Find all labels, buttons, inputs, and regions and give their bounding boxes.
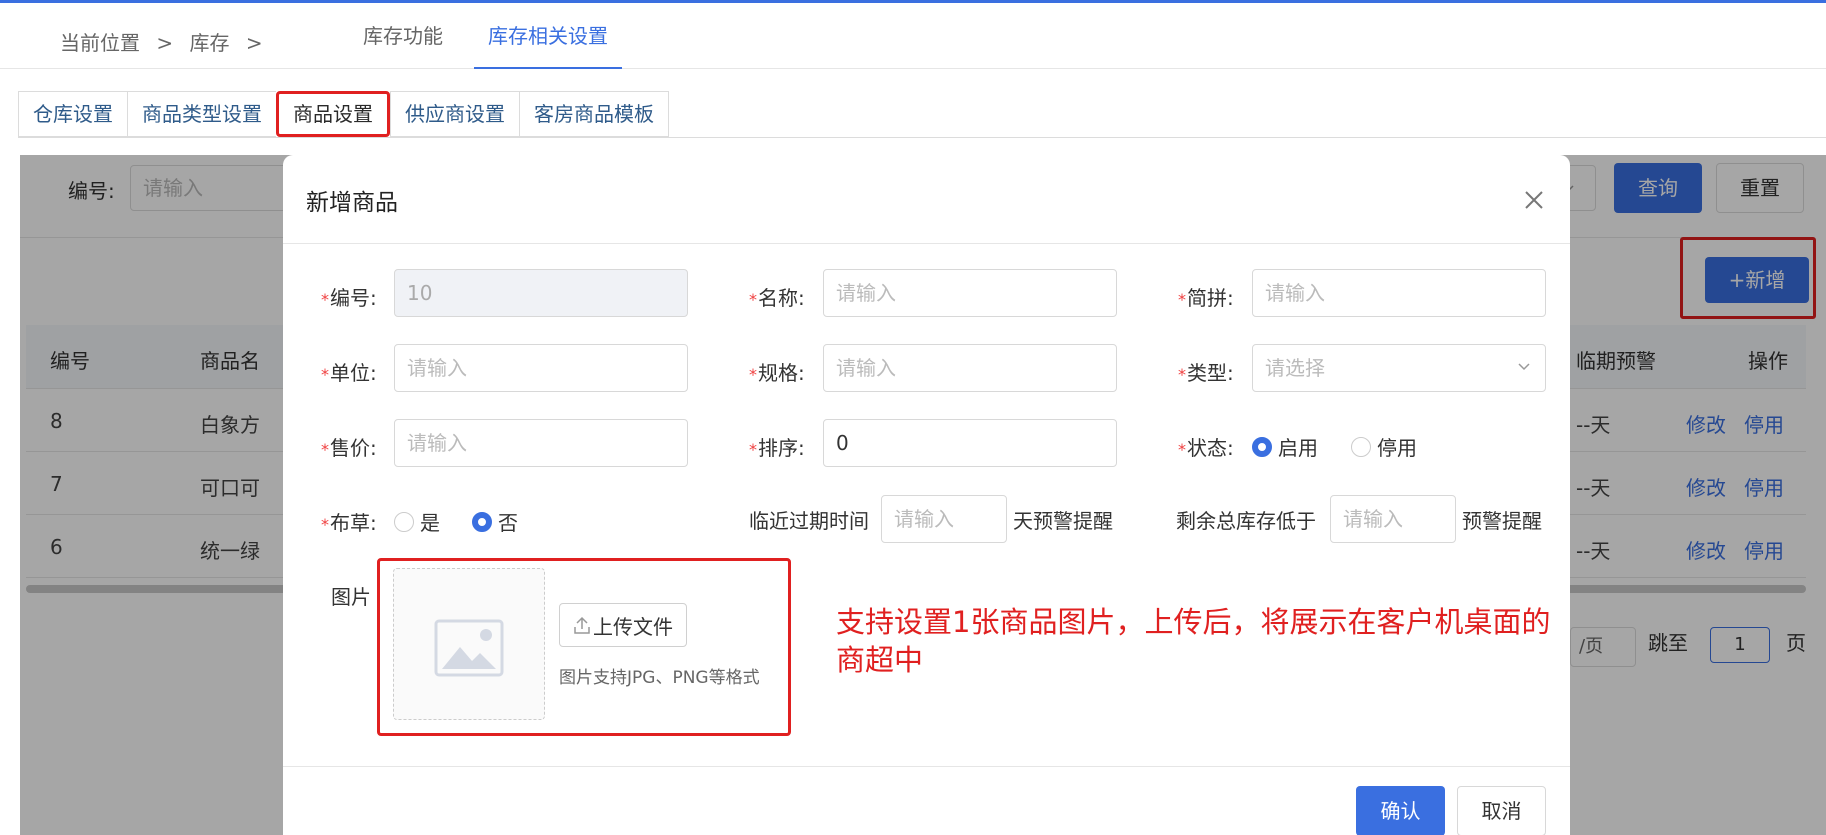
linen-label: *布草: (321, 511, 377, 535)
upload-file-label: 上传文件 (593, 614, 673, 639)
upload-icon (574, 616, 590, 634)
status-disabled-radio[interactable]: 停用 (1351, 432, 1417, 461)
code-label: *编号: (321, 286, 377, 310)
subtab-supplier[interactable]: 供应商设置 (390, 91, 519, 137)
name-input[interactable]: 请输入 (823, 269, 1117, 317)
confirm-button[interactable]: 确认 (1356, 786, 1445, 835)
stock-threshold-suffix: 预警提醒 (1462, 509, 1542, 533)
radio-dot (1351, 436, 1371, 457)
type-select-placeholder: 请选择 (1265, 356, 1325, 380)
subtab-bar: 仓库设置 商品类型设置 商品设置 供应商设置 客房商品模板 (18, 91, 669, 137)
cancel-button[interactable]: 取消 (1457, 786, 1546, 835)
code-field[interactable]: 10 (394, 269, 688, 317)
close-icon[interactable] (1521, 187, 1547, 213)
breadcrumb-separator: > (156, 31, 174, 55)
annotation-text: 支持设置1张商品图片，上传后，将展示在客户机桌面的商超中 (836, 605, 1551, 677)
expiry-days-input[interactable]: 请输入 (881, 495, 1007, 543)
subtab-room-template[interactable]: 客房商品模板 (519, 91, 669, 137)
upload-file-button[interactable]: 上传文件 (559, 603, 687, 647)
breadcrumb: 当前位置 > 库存 > (60, 27, 273, 56)
chevron-down-icon (1518, 363, 1530, 371)
name-label: *名称: (749, 286, 805, 310)
image-upload-box[interactable] (393, 568, 545, 720)
status-label: *状态: (1178, 436, 1234, 460)
unit-label: *单位: (321, 361, 377, 385)
breadcrumb-item[interactable]: 当前位置 (60, 31, 140, 55)
price-label: *售价: (321, 436, 377, 460)
image-label: 图片 (331, 585, 371, 609)
header: 当前位置 > 库存 > 库存功能 库存相关设置 (0, 3, 1826, 69)
subtab-divider (18, 137, 1826, 138)
price-input[interactable]: 请输入 (394, 419, 688, 467)
stock-threshold-label: 剩余总库存低于 (1176, 509, 1316, 533)
stock-threshold-input[interactable]: 请输入 (1330, 495, 1456, 543)
tab-inventory-functions[interactable]: 库存功能 (348, 3, 458, 69)
status-enabled-radio[interactable]: 启用 (1252, 432, 1318, 461)
dialog-title: 新增商品 (306, 190, 398, 216)
radio-dot-selected (1252, 436, 1272, 457)
subtab-product-type[interactable]: 商品类型设置 (127, 91, 276, 137)
add-product-dialog: 新增商品 *编号: 10 *名称: 请输入 *简拼: 请输入 *单位: 请输入 … (283, 155, 1570, 835)
sort-label: *排序: (749, 436, 805, 460)
tab-inventory-settings[interactable]: 库存相关设置 (474, 3, 622, 69)
pinyin-input[interactable]: 请输入 (1252, 269, 1546, 317)
unit-input[interactable]: 请输入 (394, 344, 688, 392)
radio-dot (394, 511, 414, 532)
radio-dot-selected (472, 511, 492, 532)
type-select[interactable]: 请选择 (1252, 344, 1546, 392)
spec-label: *规格: (749, 361, 805, 385)
sort-input[interactable]: 0 (823, 419, 1117, 467)
spec-input[interactable]: 请输入 (823, 344, 1117, 392)
expiry-label: 临近过期时间 (749, 509, 869, 533)
subtab-product[interactable]: 商品设置 (276, 91, 390, 137)
image-placeholder-icon (434, 619, 504, 677)
type-label: *类型: (1178, 361, 1234, 385)
breadcrumb-item[interactable]: 库存 (189, 31, 229, 55)
expiry-suffix: 天预警提醒 (1013, 509, 1113, 533)
subtab-warehouse[interactable]: 仓库设置 (18, 91, 127, 137)
linen-no-radio[interactable]: 否 (472, 507, 518, 536)
breadcrumb-separator: > (245, 31, 263, 55)
upload-format-hint: 图片支持JPG、PNG等格式 (559, 668, 760, 688)
linen-yes-radio[interactable]: 是 (394, 507, 440, 536)
dialog-footer-divider (283, 766, 1570, 767)
dialog-header-divider (283, 243, 1570, 244)
pinyin-label: *简拼: (1178, 286, 1234, 310)
